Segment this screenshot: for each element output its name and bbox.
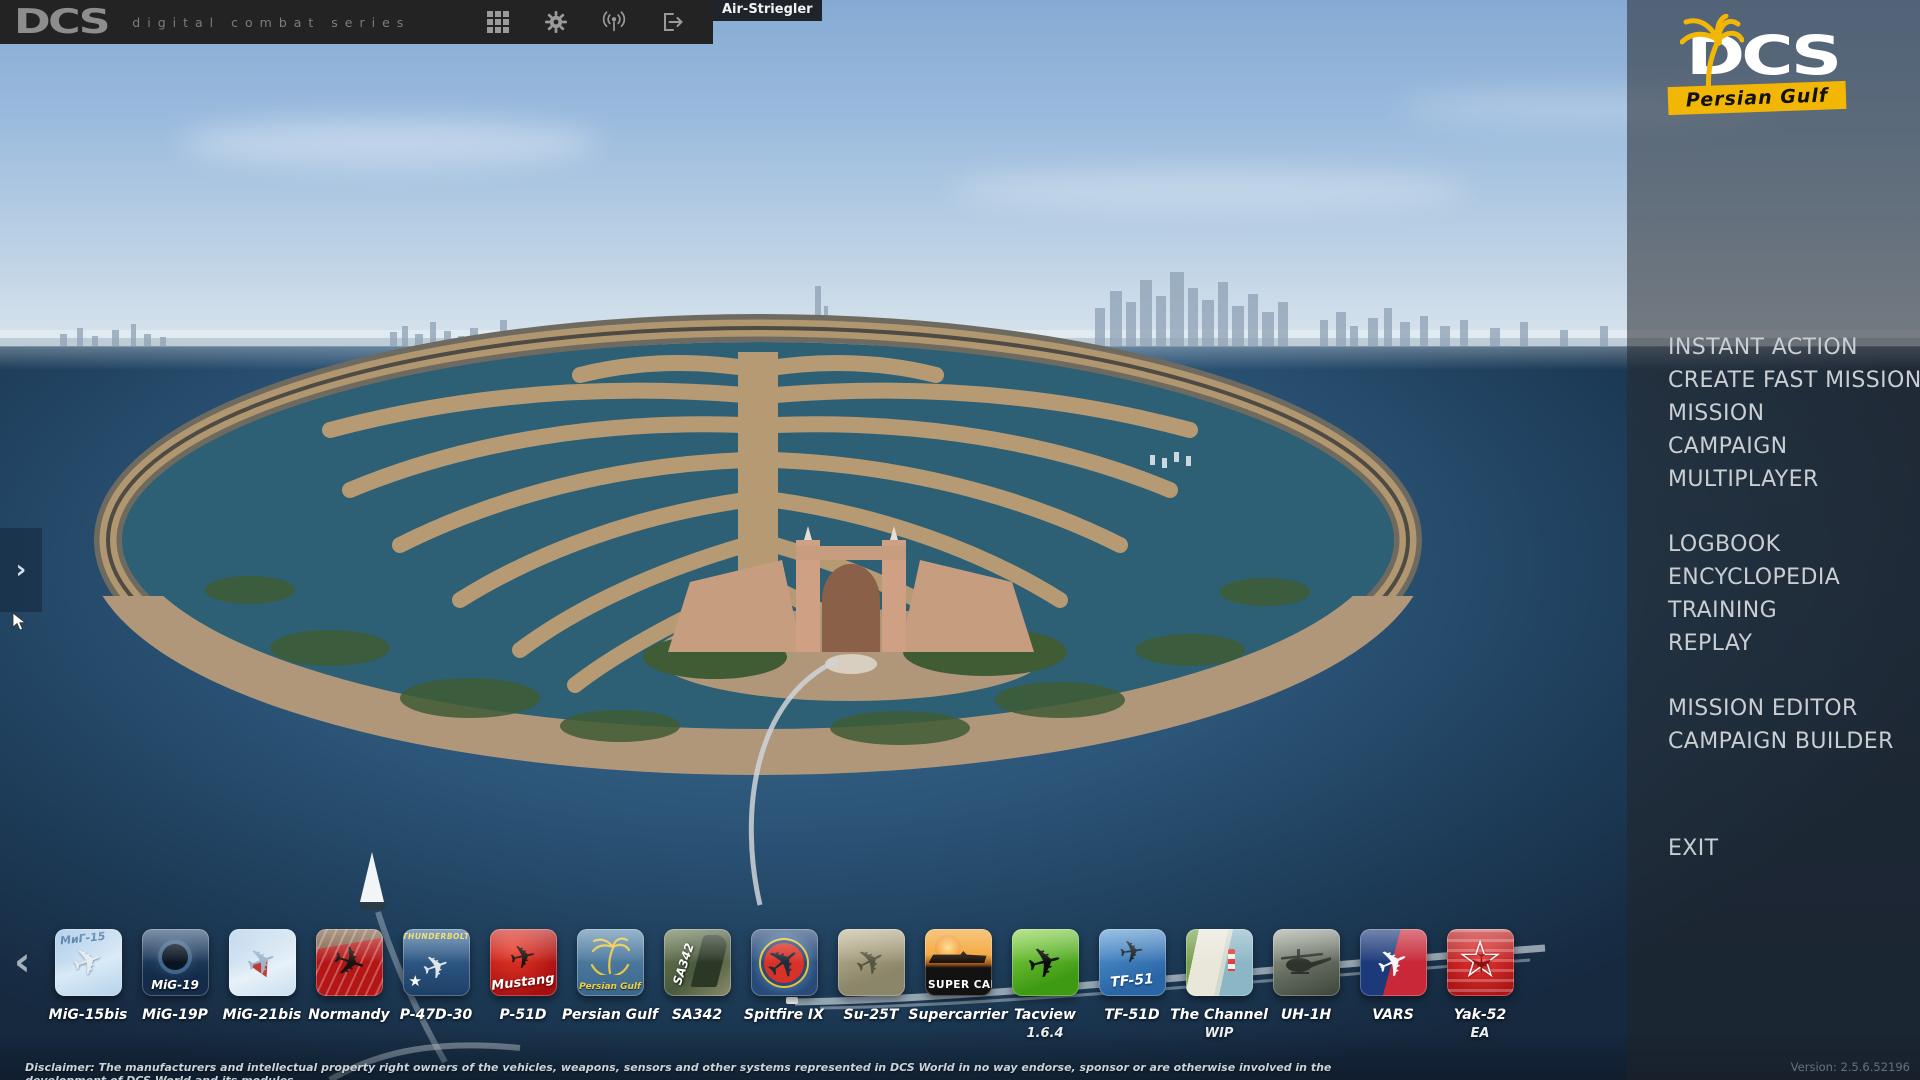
modules-grid-icon[interactable] [485,9,511,35]
main-menu-sidebar: DCS Persian Gulf INSTANT ACTION CREAT [1627,0,1920,1080]
module-icon-mig-19p[interactable]: MiG-19 [142,929,209,996]
module-icon-sa342[interactable]: SA342 [664,929,731,996]
module-version: 1.6.4 [985,1026,1105,1041]
module-icon-mig-15bis[interactable]: МиГ-15 ✈ [55,929,122,996]
logout-exit-icon[interactable] [659,9,685,35]
menu-item-campaign[interactable]: CAMPAIGN [1668,430,1920,463]
menu-item-create-fast-mission[interactable]: CREATE FAST MISSION [1668,364,1920,397]
module-icon-normandy[interactable]: ✈ [316,929,383,996]
module-status: WIP [1159,1026,1279,1041]
legal-disclaimer: Disclaimer: The manufacturers and intell… [25,1061,1415,1080]
module-icon-the-channel[interactable] [1186,929,1253,996]
module-icon-mig-21bis[interactable]: ✈ [229,929,296,996]
dcs-main-menu: DCS digital combat series [0,0,1920,1080]
settings-gear-icon[interactable] [543,9,569,35]
left-panel-tab[interactable]: › [0,528,42,612]
top-bar: DCS digital combat series [0,0,713,44]
main-menu: INSTANT ACTION CREATE FAST MISSION MISSI… [1668,331,1920,897]
module-icon-spitfire-ix[interactable]: ✈ [751,929,818,996]
module-icon-p-47d-30[interactable]: THUNDERBOLT ✈ ★ [403,929,470,996]
menu-item-multiplayer[interactable]: MULTIPLAYER [1668,463,1920,496]
menu-item-logbook[interactable]: LOGBOOK [1668,528,1920,561]
dcs-logo: DCS [14,2,108,42]
menu-item-instant-action[interactable]: INSTANT ACTION [1668,331,1920,364]
menu-item-replay[interactable]: REPLAY [1668,627,1920,660]
map-banner: Persian Gulf [1668,81,1847,115]
module-icon-p-51d[interactable]: ✈ Mustang [490,929,557,996]
module-icon-vars[interactable]: ✈ [1360,929,1427,996]
menu-item-campaign-builder[interactable]: CAMPAIGN BUILDER [1668,725,1920,758]
persian-gulf-logo: DCS Persian Gulf [1668,20,1878,120]
username-tooltip: Air-Striegler [713,0,822,21]
module-yak-52[interactable]: ☆ ✈ Yak-52 EA [1420,929,1540,1041]
module-icon-uh-1h[interactable] [1273,929,1340,996]
menu-item-mission-editor[interactable]: MISSION EDITOR [1668,692,1920,725]
menu-item-training[interactable]: TRAINING [1668,594,1920,627]
module-icon-yak-52[interactable]: ☆ ✈ [1447,929,1514,996]
module-icon-tf-51d[interactable]: ✈ TF-51 [1099,929,1166,996]
multiplayer-radio-icon[interactable] [601,9,627,35]
menu-item-encyclopedia[interactable]: ENCYCLOPEDIA [1668,561,1920,594]
module-icon-persian-gulf[interactable]: Persian Gulf [577,929,644,996]
module-icon-tacview[interactable]: ✈ [1012,929,1079,996]
mouse-cursor [12,612,28,632]
module-label: Yak-52 [1420,1007,1540,1023]
chevron-right-icon: › [16,557,27,583]
map-banner-label: Persian Gulf [1685,85,1828,112]
module-status: EA [1420,1026,1540,1041]
dcs-tagline: digital combat series [132,15,410,30]
menu-item-exit[interactable]: EXIT [1668,832,1920,865]
version-label: Version: 2.5.6.52196 [1791,1060,1910,1074]
module-icon-supercarrier[interactable]: SUPER CARRIER [925,929,992,996]
module-icon-su-25t[interactable]: ✈ [838,929,905,996]
module-carousel-prev[interactable]: ‹ [14,942,30,982]
menu-item-mission[interactable]: MISSION [1668,397,1920,430]
